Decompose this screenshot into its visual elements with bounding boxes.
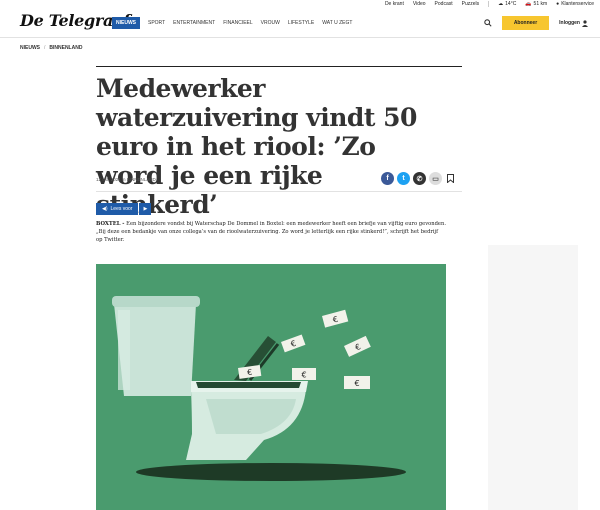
subscribe-button[interactable]: Abonneer <box>501 16 550 30</box>
speaker-icon: ◀) <box>102 206 108 212</box>
nav-item-nieuws[interactable]: NIEUWS <box>112 17 140 29</box>
divider <box>488 1 490 7</box>
info-icon: ● <box>556 1 560 7</box>
utility-link-krant[interactable]: De krant <box>385 1 404 7</box>
share-bar: f t ✆ ▭ <box>381 172 456 185</box>
nav-item-lifestyle[interactable]: LIFESTYLE <box>288 20 314 26</box>
facebook-share-icon[interactable]: f <box>381 172 394 185</box>
weather-temp: 14°C <box>505 1 517 7</box>
user-icon <box>582 19 588 27</box>
whatsapp-share-icon[interactable]: ✆ <box>413 172 426 185</box>
euro-bill: € <box>344 376 370 389</box>
masthead: De Telegraaf NIEUWS SPORT ENTERTAINMENT … <box>0 10 600 36</box>
traffic-km: 51 km <box>533 1 548 7</box>
header-divider <box>0 37 600 38</box>
top-utility-bar: De krant Video Podcast Puzzels ☁ 14°C 🚗 51… <box>0 0 600 9</box>
article-meta: 12 okt. 2021 in BINNENLAND <box>96 177 156 182</box>
nav-item-sport[interactable]: SPORT <box>148 20 165 26</box>
login-label: Inloggen <box>559 20 580 26</box>
toilet-illustration: € € € € € € <box>96 264 446 510</box>
utility-links: De krant Video Podcast Puzzels ☁ 14°C 🚗 51… <box>385 1 594 7</box>
twitter-share-icon[interactable]: t <box>397 172 410 185</box>
svg-text:€: € <box>354 379 359 388</box>
login-link[interactable]: Inloggen <box>559 19 588 27</box>
utility-link-podcast[interactable]: Podcast <box>435 1 453 7</box>
weather-icon: ☁ <box>498 1 504 7</box>
main-nav: NIEUWS SPORT ENTERTAINMENT FINANCIEEL VR… <box>112 17 352 29</box>
breadcrumb-separator: / <box>44 45 46 51</box>
article-headline: Medewerker waterzuivering vindt 50 euro … <box>96 74 417 219</box>
traffic-widget[interactable]: 🚗 51 km <box>525 1 547 7</box>
sidebar-ad-placeholder <box>488 245 578 510</box>
read-aloud-label: Lees voor <box>110 206 133 212</box>
header-actions: Abonneer Inloggen <box>484 16 588 30</box>
nav-item-wat-u-zegt[interactable]: WAT U ZEGT <box>322 20 352 26</box>
read-aloud-button[interactable]: ◀) Lees voor <box>96 203 139 215</box>
meta-divider <box>96 191 462 192</box>
tank-lid <box>112 296 200 307</box>
floor-shadow <box>136 463 406 481</box>
weather-widget[interactable]: ☁ 14°C <box>498 1 516 7</box>
utility-link-video[interactable]: Video <box>413 1 426 7</box>
car-icon: 🚗 <box>525 1 532 7</box>
mail-share-icon[interactable]: ▭ <box>429 172 442 185</box>
nav-item-financieel[interactable]: FINANCIEEL <box>223 20 252 26</box>
svg-text:€: € <box>301 371 306 380</box>
customer-service-link[interactable]: ● Klantenservice <box>556 1 594 7</box>
search-icon[interactable] <box>484 19 492 27</box>
bookmark-icon[interactable] <box>445 172 456 185</box>
article-illustration: € € € € € € <box>96 264 446 510</box>
nav-item-entertainment[interactable]: ENTERTAINMENT <box>173 20 215 26</box>
intro-text: Een bijzondere vondst bij Waterschap De … <box>96 221 446 243</box>
nav-item-vrouw[interactable]: VROUW <box>261 20 280 26</box>
play-icon[interactable]: ▶ <box>139 203 152 215</box>
utility-link-puzzels[interactable]: Puzzels <box>462 1 480 7</box>
customer-service-label: Klantenservice <box>561 1 594 7</box>
headline-rule <box>96 66 462 67</box>
listen-control: ◀) Lees voor ▶ <box>96 203 152 215</box>
breadcrumb: NIEUWS / BINNENLAND <box>20 45 82 51</box>
breadcrumb-nieuws[interactable]: NIEUWS <box>20 45 40 51</box>
article-intro: BOXTEL - Een bijzondere vondst bij Water… <box>96 220 446 244</box>
dateline: BOXTEL - <box>96 221 127 227</box>
euro-bill: € <box>292 368 316 380</box>
breadcrumb-binnenland[interactable]: BINNENLAND <box>49 45 82 51</box>
